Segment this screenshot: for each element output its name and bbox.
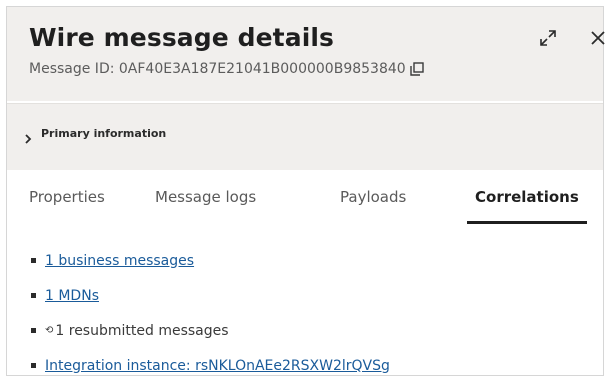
panel-title: Wire message details xyxy=(29,23,335,52)
tab-properties[interactable]: Properties xyxy=(29,188,105,206)
chevron-right-icon xyxy=(23,129,33,144)
copy-icon[interactable] xyxy=(409,62,424,76)
business-messages-link[interactable]: 1 business messages xyxy=(45,253,194,269)
tab-message-logs[interactable]: Message logs xyxy=(155,188,256,206)
message-id: Message ID: 0AF40E3A187E21041B000000B985… xyxy=(29,61,424,77)
integration-instance-link[interactable]: Integration instance: rsNKLOnAEe2RSXW2lr… xyxy=(45,358,390,374)
resubmitted-messages-text: 1 resubmitted messages xyxy=(55,322,229,339)
tab-payloads[interactable]: Payloads xyxy=(340,188,406,206)
mdns-link[interactable]: 1 MDNs xyxy=(45,288,99,304)
list-item: ⟲ 1 resubmitted messages xyxy=(31,313,390,348)
list-item: Integration instance: rsNKLOnAEe2RSXW2lr… xyxy=(31,348,390,383)
bullet xyxy=(31,293,36,298)
tab-correlations[interactable]: Correlations xyxy=(475,188,579,206)
resubmit-icon: ⟲ xyxy=(45,325,54,336)
tab-bar: Properties Message logs Payloads Correla… xyxy=(7,171,603,227)
bullet xyxy=(31,258,36,263)
primary-information-toggle[interactable]: Primary information xyxy=(23,127,167,144)
message-id-text: Message ID: 0AF40E3A187E21041B000000B985… xyxy=(29,61,406,77)
close-icon[interactable] xyxy=(589,29,607,47)
wire-message-details-panel: Wire message details Message ID: 0AF40E3… xyxy=(6,6,605,376)
list-item: 1 business messages xyxy=(31,243,390,278)
expand-icon[interactable] xyxy=(539,29,557,47)
list-item: 1 MDNs xyxy=(31,278,390,313)
active-tab-indicator xyxy=(467,221,587,224)
panel-header: Wire message details Message ID: 0AF40E3… xyxy=(7,7,605,101)
bullet xyxy=(31,328,36,333)
primary-information-label: Primary information xyxy=(41,127,167,140)
correlations-list: 1 business messages 1 MDNs ⟲ 1 resubmitt… xyxy=(31,243,390,383)
bullet xyxy=(31,363,36,368)
primary-information-section: Primary information xyxy=(7,103,603,170)
